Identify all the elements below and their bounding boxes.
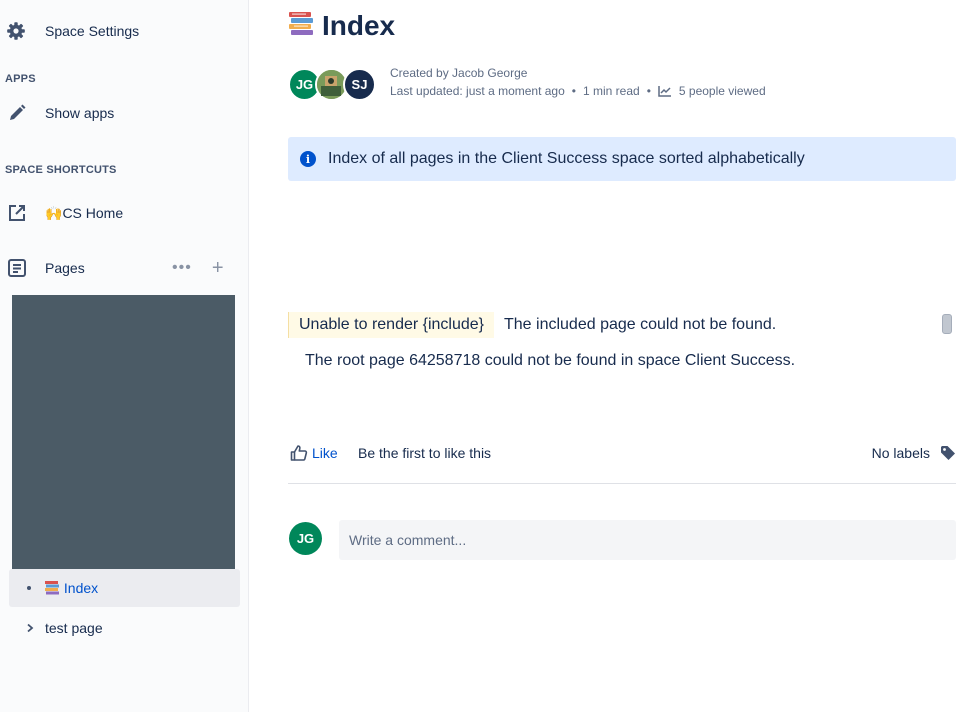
space-shortcuts-heading: SPACE SHORTCUTS [5,164,117,176]
gear-icon [5,20,27,42]
analytics-icon[interactable] [658,85,672,97]
thumbs-up-icon [290,444,308,462]
sidebar-item-label: 🙌CS Home [45,204,124,221]
page-title: Index [322,10,396,41]
books-icon [45,581,60,595]
bullet-icon [27,586,31,590]
external-link-icon [6,202,28,224]
no-labels-text: No labels [871,445,930,461]
chevron-right-icon[interactable] [25,620,35,636]
main-content: Index JG SJ Created by Jacob George Last… [250,0,979,712]
labels-area[interactable]: No labels [872,445,956,461]
read-time: 1 min read [582,84,640,98]
sidebar: Space Settings APPS Show apps SPACE SHOR… [0,0,249,712]
sidebar-item-show-apps[interactable]: Show apps [0,95,249,131]
tag-icon[interactable] [940,445,956,461]
books-icon [288,11,314,42]
divider [288,483,956,484]
contributors-avatars[interactable]: JG SJ [288,68,384,101]
sidebar-item-label: Show apps [45,105,115,121]
created-by: Created by Jacob George [390,66,528,80]
sidebar-item-label: Pages [45,260,85,276]
tree-item-test-page[interactable]: test page [9,609,240,647]
page-header: Index [288,8,395,44]
pages-actions: ••• + [172,258,232,278]
tree-item-index[interactable]: Index [9,569,240,607]
info-icon: i [300,151,316,167]
info-text: Index of all pages in the Client Success… [328,150,805,167]
avatar[interactable]: SJ [343,68,376,101]
raising-hands-emoji: 🙌 [45,204,63,221]
pencil-icon [6,102,28,124]
like-summary: Be the first to like this [358,445,492,461]
people-viewed[interactable]: 5 people viewed [679,84,766,98]
error-label: Unable to render {include} [288,312,495,338]
sidebar-item-cs-home[interactable]: 🙌CS Home [0,195,249,231]
comment-input[interactable] [339,520,956,560]
apps-heading: APPS [5,73,36,85]
info-panel: i Index of all pages in the Client Succe… [288,137,956,181]
avatar-photo-icon [317,70,346,99]
root-page-error: The root page 64258718 could not be foun… [305,352,796,369]
more-options-icon[interactable]: ••• [172,259,192,277]
add-page-icon[interactable]: + [212,258,224,278]
like-button[interactable]: Like [290,444,338,462]
sidebar-item-space-settings[interactable]: Space Settings [0,13,249,49]
tree-item-label: Index [63,580,99,596]
page-meta: Last updated: just a moment ago • 1 min … [390,84,766,98]
like-label: Like [312,445,338,461]
include-error: Unable to render {include} The included … [288,312,956,338]
reactions-row: Like Be the first to like this No labels [290,441,956,465]
page-tree-placeholder [12,295,235,569]
avatar: JG [289,522,322,555]
last-updated[interactable]: Last updated: just a moment ago [390,84,565,98]
document-icon [6,257,28,279]
sidebar-item-label: Space Settings [45,23,140,39]
scroll-handle[interactable] [942,314,952,334]
tree-item-label: test page [45,620,103,636]
error-text: The included page could not be found. [504,316,777,333]
